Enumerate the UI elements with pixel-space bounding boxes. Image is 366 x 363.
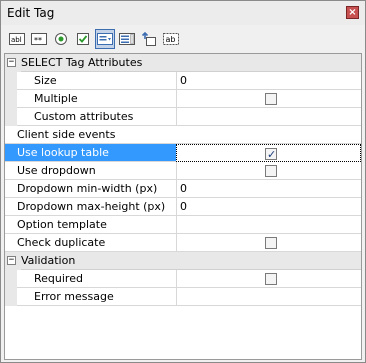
property-row-dropdown-min-width[interactable]: Dropdown min-width (px) 0 — [5, 180, 361, 198]
property-row-custom-attributes[interactable]: Custom attributes — [5, 108, 361, 126]
property-label: Size — [17, 72, 176, 90]
property-label: Error message — [17, 288, 176, 306]
password-tool-button[interactable]: ** — [29, 29, 49, 49]
category-label: SELECT Tag Attributes — [21, 54, 361, 72]
required-checkbox[interactable] — [265, 273, 277, 285]
category-label: Validation — [21, 252, 361, 270]
category-select-tag-attributes[interactable]: − SELECT Tag Attributes — [5, 54, 361, 72]
svg-text:ab: ab — [166, 35, 176, 44]
property-value[interactable] — [176, 216, 361, 234]
collapse-toggle[interactable]: − — [7, 256, 16, 265]
property-label: Option template — [5, 216, 176, 234]
property-value — [176, 234, 361, 252]
property-label: Custom attributes — [17, 108, 176, 126]
multiple-checkbox[interactable] — [265, 93, 277, 105]
property-value — [176, 162, 361, 180]
toolbar: abl ** ab — [3, 27, 363, 51]
title-bar: Edit Tag × — [1, 1, 365, 25]
property-row-error-message[interactable]: Error message — [5, 288, 361, 306]
check-duplicate-checkbox[interactable] — [265, 237, 277, 249]
listbox-icon — [119, 33, 135, 45]
property-label: Use dropdown — [5, 162, 176, 180]
property-grid: − SELECT Tag Attributes Size 0 Multiple … — [4, 53, 362, 360]
property-label: Client side events — [5, 126, 361, 144]
property-row-size[interactable]: Size 0 — [5, 72, 361, 90]
edit-tag-dialog: Edit Tag × abl ** ab − SELECT Tag Attrib… — [0, 0, 366, 363]
property-value — [176, 144, 361, 163]
svg-text:**: ** — [34, 36, 42, 45]
property-value[interactable]: 0 — [176, 72, 361, 90]
password-icon: ** — [31, 33, 47, 45]
property-row-multiple[interactable]: Multiple — [5, 90, 361, 108]
property-value[interactable] — [176, 288, 361, 306]
select-icon — [97, 33, 113, 45]
collapse-toggle[interactable]: − — [7, 58, 16, 67]
property-row-use-lookup-table[interactable]: Use lookup table — [5, 144, 361, 163]
property-label: Dropdown max-height (px) — [5, 198, 176, 216]
label-icon: ab — [163, 33, 179, 45]
textbox-tool-button[interactable]: abl — [7, 29, 27, 49]
svg-text:abl: abl — [11, 36, 22, 44]
label-tool-button[interactable]: ab — [161, 29, 181, 49]
property-label: Required — [17, 270, 176, 288]
upload-icon — [141, 31, 156, 46]
property-row-dropdown-max-height[interactable]: Dropdown max-height (px) 0 — [5, 198, 361, 216]
close-button[interactable]: × — [346, 6, 359, 19]
select-tool-button[interactable] — [95, 29, 115, 49]
property-row-check-duplicate[interactable]: Check duplicate — [5, 234, 361, 252]
textbox-icon: abl — [9, 33, 25, 45]
checkbox-tool-button[interactable] — [73, 29, 93, 49]
upload-tool-button[interactable] — [139, 29, 159, 49]
property-row-client-side-events[interactable]: Client side events — [5, 126, 361, 144]
use-dropdown-checkbox[interactable] — [265, 165, 277, 177]
checkbox-icon — [77, 33, 89, 45]
property-value — [176, 90, 361, 108]
property-label: Use lookup table — [5, 144, 176, 162]
category-validation[interactable]: − Validation — [5, 252, 361, 270]
property-value[interactable] — [176, 108, 361, 126]
property-label: Dropdown min-width (px) — [5, 180, 176, 198]
property-value[interactable]: 0 — [176, 180, 361, 198]
property-label: Multiple — [17, 90, 176, 108]
dialog-title: Edit Tag — [7, 6, 55, 20]
property-value — [176, 270, 361, 288]
property-row-use-dropdown[interactable]: Use dropdown — [5, 162, 361, 180]
radio-icon — [55, 33, 67, 45]
property-value[interactable]: 0 — [176, 198, 361, 216]
property-label: Check duplicate — [5, 234, 176, 252]
listbox-tool-button[interactable] — [117, 29, 137, 49]
radio-tool-button[interactable] — [51, 29, 71, 49]
property-row-required[interactable]: Required — [5, 270, 361, 288]
property-row-option-template[interactable]: Option template — [5, 216, 361, 234]
use-lookup-table-checkbox[interactable] — [265, 146, 277, 163]
